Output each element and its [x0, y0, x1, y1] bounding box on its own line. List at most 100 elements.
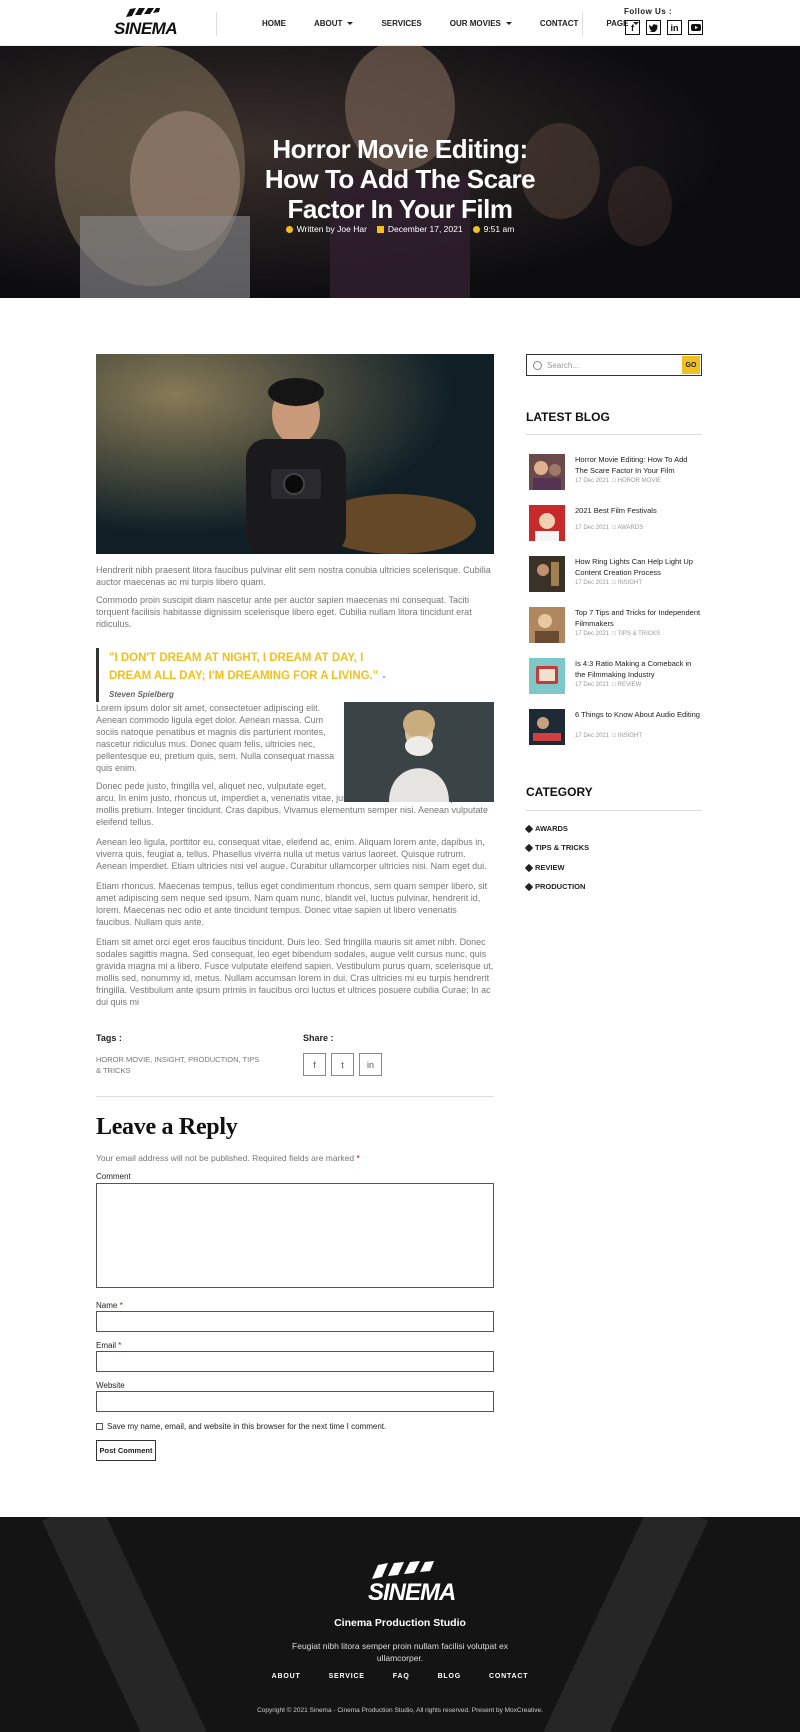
copyright-text: Copyright © 2021 Sinema - Cinema Product…	[257, 1707, 543, 1714]
search-icon	[533, 360, 542, 370]
latest-post-item[interactable]: Is 4:3 Ratio Making a Comeback in the Fi…	[529, 658, 701, 696]
calendar-icon	[376, 225, 384, 233]
footer-nav-contact[interactable]: CONTACT	[489, 1673, 528, 1680]
twitter-icon[interactable]	[646, 20, 661, 35]
linkedin-icon[interactable]: in	[359, 1053, 382, 1076]
note-text: Your email address will not be published…	[96, 1153, 355, 1163]
label-text: Email	[96, 1341, 117, 1350]
post-meta: 17 Dec 2021 □ REVIEW	[575, 682, 642, 688]
reply-note: Your email address will not be published…	[96, 1153, 360, 1163]
facebook-icon[interactable]: f	[303, 1053, 326, 1076]
footer-description: Feugiat nibh litora semper proin nullam …	[292, 1641, 508, 1663]
save-info-checkbox[interactable]	[96, 1423, 103, 1430]
header-social-links: f in	[625, 20, 709, 35]
latest-post-item[interactable]: 6 Things to Know About Audio Editing 17 …	[529, 709, 701, 747]
comment-textarea[interactable]	[96, 1183, 494, 1288]
post-date: December 17, 2021	[376, 224, 463, 234]
twitter-icon[interactable]: t	[331, 1053, 354, 1076]
post-title: Is 4:3 Ratio Making a Comeback in the Fi…	[575, 659, 692, 679]
follow-label: Follow Us :	[624, 7, 673, 16]
nav-label: HOME	[262, 18, 286, 28]
clapperboard-icon	[126, 8, 160, 17]
email-field[interactable]	[96, 1351, 494, 1372]
date-text: December 17, 2021	[387, 224, 463, 234]
clock-icon	[472, 225, 480, 233]
search-go-button[interactable]: GO	[682, 356, 700, 374]
article-paragraph: Donec pede justo, fringilla vel, aliquet…	[96, 781, 327, 791]
nav-about[interactable]: ABOUT	[314, 18, 354, 28]
category-heading: CATEGORY	[526, 785, 593, 799]
website-label: Website	[96, 1381, 125, 1390]
footer-nav-blog[interactable]: BLOG	[438, 1673, 461, 1680]
site-logo[interactable]: SINEMA	[114, 8, 178, 38]
facebook-icon[interactable]: f	[625, 20, 640, 35]
article-paragraph: Etiam sit amet orci eget eros faucibus t…	[96, 937, 494, 1007]
post-thumbnail	[529, 709, 565, 745]
search-bar: Search... GO	[526, 354, 702, 376]
tags-label: Tags :	[96, 1033, 122, 1043]
user-icon	[285, 225, 293, 233]
share-buttons: f t in	[303, 1053, 387, 1076]
website-field[interactable]	[96, 1391, 494, 1412]
hero-banner: Horror Movie Editing: How To Add The Sca…	[0, 46, 800, 298]
post-date: 17 Dec 2021	[575, 733, 610, 739]
article-paragraph: Commodo proin suscipit diam nascetur ant…	[96, 595, 472, 629]
post-category: TIPS & TRICKS	[617, 631, 661, 637]
site-footer: SINEMA Cinema Production Studio Feugiat …	[0, 1517, 800, 1732]
post-title: Horror Movie Editing: How To Add The Sca…	[575, 455, 688, 475]
post-date: 17 Dec 2021	[575, 682, 610, 688]
comment-label: Comment	[96, 1172, 131, 1181]
category-item[interactable]: PRODUCTION	[524, 882, 586, 891]
footer-logo[interactable]: SINEMA	[366, 1561, 456, 1607]
post-title: 2021 Best Film Festivals	[575, 506, 657, 515]
footer-nav-faq[interactable]: FAQ	[393, 1673, 410, 1680]
label-text: Name	[96, 1301, 118, 1310]
site-header: SINEMA HOME ABOUT SERVICES OUR MOVIES CO…	[0, 0, 800, 46]
category-item[interactable]: TIPS & TRICKS	[524, 843, 590, 852]
nav-contact[interactable]: CONTACT	[540, 19, 579, 28]
footer-nav-service[interactable]: SERVICE	[329, 1673, 365, 1680]
category-label: REVIEW	[535, 863, 565, 872]
nav-services[interactable]: SERVICES	[381, 19, 421, 28]
latest-post-item[interactable]: Top 7 Tips and Tricks for Independent Fi…	[529, 607, 701, 645]
latest-post-item[interactable]: How Ring Lights Can Help Light Up Conten…	[529, 556, 701, 594]
reply-heading: Leave a Reply	[96, 1114, 238, 1140]
footer-nav-about[interactable]: ABOUT	[272, 1673, 301, 1680]
share-label: Share :	[303, 1033, 334, 1043]
post-comment-button[interactable]: Post Comment	[96, 1440, 156, 1461]
article-paragraph: Hendrerit nibh praesent litora faucibus …	[96, 565, 491, 587]
nav-our-movies[interactable]: OUR MOVIES	[450, 19, 512, 28]
post-date: 17 Dec 2021	[575, 580, 610, 586]
nav-home[interactable]: HOME	[262, 19, 286, 28]
post-date: 17 Dec 2021	[575, 525, 610, 531]
caret-down-icon	[505, 21, 512, 25]
category-item[interactable]: REVIEW	[524, 863, 565, 872]
search-input[interactable]: Search...	[547, 361, 682, 370]
tags-list[interactable]: HOROR MOVIE, INSIGHT, PRODUCTION, TIPS &…	[96, 1054, 266, 1076]
name-field[interactable]	[96, 1311, 494, 1332]
latest-post-item[interactable]: Horror Movie Editing: How To Add The Sca…	[529, 454, 701, 492]
category-label: AWARDS	[535, 824, 568, 833]
nav-label: OUR MOVIES	[449, 18, 501, 28]
post-thumbnail	[529, 454, 565, 490]
latest-post-item[interactable]: 2021 Best Film Festivals 17 Dec 2021 □ A…	[529, 505, 701, 543]
post-time: 9:51 am	[472, 224, 514, 234]
article-paragraph: Etiam rhoncus. Maecenas tempus, tellus e…	[96, 881, 488, 927]
category-label: TIPS & TRICKS	[535, 843, 590, 852]
article-paragraph: Aenean leo ligula, porttitor eu, consequ…	[96, 837, 487, 871]
category-item[interactable]: AWARDS	[524, 824, 568, 833]
post-category: INSIGHT	[617, 580, 642, 586]
footer-title: Cinema Production Studio	[334, 1617, 466, 1629]
required-mark: *	[356, 1153, 360, 1163]
post-meta: 17 Dec 2021 □ INSIGHT	[575, 580, 642, 586]
featured-image	[96, 354, 494, 554]
header-divider	[582, 12, 583, 36]
tag-icon	[524, 882, 534, 891]
nav-label: ABOUT	[314, 18, 343, 28]
linkedin-icon[interactable]: in	[667, 20, 682, 35]
post-category: HOROR MOVIE	[617, 478, 661, 484]
youtube-icon[interactable]	[688, 20, 703, 35]
post-date: 17 Dec 2021	[575, 631, 610, 637]
category-label: PRODUCTION	[535, 882, 586, 891]
post-thumbnail	[529, 658, 565, 694]
